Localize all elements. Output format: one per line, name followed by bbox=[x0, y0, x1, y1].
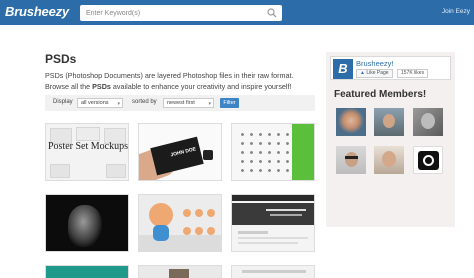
layout-line bbox=[242, 270, 306, 273]
psd-thumbnail-icon-grid[interactable] bbox=[231, 123, 315, 181]
small-figure bbox=[183, 209, 191, 217]
display-label: Display bbox=[53, 99, 73, 105]
member-avatar[interactable] bbox=[374, 146, 404, 174]
avatar-face bbox=[421, 113, 435, 129]
small-figure bbox=[207, 227, 215, 235]
portrait-face bbox=[68, 205, 102, 247]
icon-grid bbox=[238, 130, 290, 178]
featured-members-title: Featured Members! bbox=[334, 89, 427, 100]
photo-shape bbox=[169, 269, 189, 278]
site-logo[interactable]: Brusheezy bbox=[5, 4, 69, 19]
camera-shape bbox=[203, 150, 213, 160]
psd-thumbnail-photo[interactable] bbox=[138, 265, 222, 278]
avatar-face bbox=[345, 152, 358, 167]
display-select-value: all versions bbox=[81, 100, 109, 106]
template-hero bbox=[232, 203, 314, 225]
member-avatar[interactable] bbox=[413, 146, 443, 174]
search-icon[interactable] bbox=[267, 8, 277, 18]
sort-select-value: newest first bbox=[167, 100, 195, 106]
psd-thumbnail-cartoon-baby[interactable] bbox=[138, 194, 222, 252]
business-card: JOHN DOE bbox=[150, 136, 204, 176]
like-page-button[interactable]: ▲ Like Page bbox=[356, 69, 393, 78]
like-count: 157K likes bbox=[397, 69, 429, 78]
small-figure bbox=[207, 209, 215, 217]
template-line bbox=[238, 231, 268, 234]
filter-bar: Display all versions ▾ sorted by newest … bbox=[45, 95, 315, 111]
psd-thumbnail-poster-mockups[interactable]: Poster Set Mockups bbox=[45, 123, 129, 181]
top-navigation-bar: Brusheezy Join Eezy bbox=[0, 0, 474, 25]
baby-body bbox=[153, 225, 169, 241]
join-link[interactable]: Join Eezy bbox=[442, 8, 470, 15]
floor-shape bbox=[139, 235, 221, 251]
small-figure bbox=[195, 209, 203, 217]
chevron-down-icon: ▾ bbox=[117, 101, 120, 107]
psd-thumbnail-business-card[interactable]: JOHN DOE bbox=[138, 123, 222, 181]
hero-line bbox=[270, 214, 302, 216]
poster-frame bbox=[76, 127, 100, 141]
sort-label: sorted by bbox=[132, 99, 157, 105]
psd-thumbnail-website-template[interactable] bbox=[231, 194, 315, 252]
member-avatar[interactable] bbox=[336, 108, 366, 136]
baby-head bbox=[149, 203, 173, 227]
poster-frame bbox=[106, 164, 126, 178]
thumbnail-caption: Poster Set Mockups bbox=[48, 141, 128, 152]
card-name: JOHN DOE bbox=[169, 146, 197, 159]
brusheezy-logo-icon[interactable]: B bbox=[333, 59, 353, 79]
description-text-end: available to enhance your creativity and… bbox=[110, 81, 292, 91]
thumbs-up-icon: ▲ bbox=[360, 70, 365, 76]
chevron-down-icon: ▾ bbox=[208, 101, 211, 107]
page-description: PSDs (Photoshop Documents) are layered P… bbox=[45, 71, 319, 92]
display-select[interactable]: all versions ▾ bbox=[77, 98, 123, 108]
small-figure bbox=[183, 227, 191, 235]
hero-line bbox=[266, 209, 306, 211]
member-avatar[interactable] bbox=[336, 146, 366, 174]
description-link: PSDs bbox=[92, 81, 111, 91]
template-line bbox=[238, 237, 308, 239]
psd-thumbnail-teal[interactable] bbox=[45, 265, 129, 278]
facebook-page-name[interactable]: Brusheezy! bbox=[356, 59, 394, 68]
psd-thumbnail-layout[interactable] bbox=[231, 265, 315, 278]
member-avatar[interactable] bbox=[413, 108, 443, 136]
poster-frame bbox=[50, 164, 70, 178]
page-title: PSDs bbox=[45, 52, 77, 66]
psd-thumbnail-dark-portrait[interactable] bbox=[45, 194, 129, 252]
template-line bbox=[238, 242, 298, 244]
filter-button[interactable]: Filter bbox=[220, 98, 239, 108]
sort-select[interactable]: newest first ▾ bbox=[163, 98, 214, 108]
member-avatar[interactable] bbox=[374, 108, 404, 136]
sunglasses-shape bbox=[345, 156, 358, 159]
green-panel bbox=[292, 124, 314, 180]
like-page-label: Like Page bbox=[366, 70, 389, 76]
avatar-graphic-ring bbox=[423, 155, 434, 166]
avatar-face bbox=[383, 114, 395, 128]
search-box[interactable] bbox=[80, 5, 282, 21]
template-header bbox=[232, 195, 314, 201]
search-input[interactable] bbox=[80, 5, 264, 21]
avatar-face bbox=[382, 151, 396, 167]
small-figure bbox=[195, 227, 203, 235]
facebook-widget: B Brusheezy! ▲ Like Page 157K likes bbox=[330, 56, 451, 80]
